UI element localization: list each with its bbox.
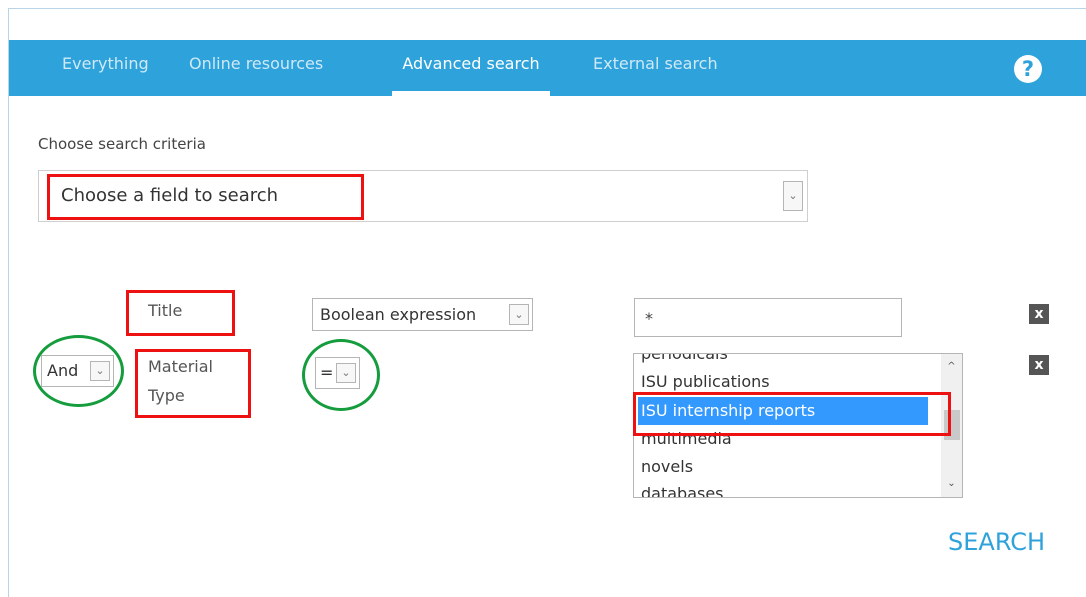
search-term-input[interactable]: * — [634, 298, 902, 337]
highlight-circle — [33, 335, 124, 407]
question-circle-icon[interactable]: ? — [1014, 55, 1042, 83]
tab-advanced-search[interactable]: Advanced search — [392, 40, 550, 96]
chevron-up-icon[interactable]: ^ — [941, 357, 962, 377]
tab-everything[interactable]: Everything — [62, 40, 149, 96]
highlight-box — [135, 349, 251, 418]
chevron-down-icon[interactable]: ⌄ — [783, 181, 803, 211]
remove-row-button[interactable]: x — [1029, 355, 1049, 375]
search-criteria-label: Choose search criteria — [38, 135, 206, 153]
list-item[interactable]: novels — [641, 453, 693, 481]
chevron-down-icon[interactable]: ⌄ — [509, 304, 529, 325]
highlight-box — [126, 290, 235, 336]
highlight-box — [47, 174, 364, 220]
chevron-down-icon[interactable]: ⌄ — [941, 474, 962, 494]
list-item[interactable]: databases — [641, 480, 724, 497]
tab-online-resources[interactable]: Online resources — [189, 40, 323, 96]
list-item[interactable]: periodicals — [641, 354, 728, 368]
remove-row-button[interactable]: x — [1029, 304, 1049, 324]
operator-select[interactable]: Boolean expression ⌄ — [312, 298, 533, 331]
highlight-box — [633, 392, 951, 436]
tab-external-search[interactable]: External search — [593, 40, 718, 96]
operator-select-value: Boolean expression — [320, 305, 477, 324]
search-tabs-bar: Everything Online resources Advanced sea… — [9, 40, 1086, 96]
search-button[interactable]: SEARCH — [948, 528, 1045, 556]
highlight-circle — [302, 339, 380, 411]
